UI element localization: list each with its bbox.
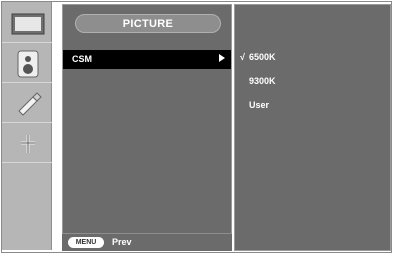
page-title: PICTURE xyxy=(75,14,221,33)
menu-item-csm[interactable]: CSM xyxy=(63,50,231,69)
option-user[interactable]: User xyxy=(249,100,269,110)
sidebar-divider xyxy=(2,82,52,83)
main-menu-panel: PICTURE CSM xyxy=(62,4,232,251)
prev-label: Prev xyxy=(112,237,132,247)
menu-item-label: CSM xyxy=(72,54,92,64)
audio-speaker-icon[interactable] xyxy=(8,46,48,82)
osd-sidebar xyxy=(2,2,52,250)
menu-button-badge[interactable]: MENU xyxy=(68,237,104,248)
chevron-right-icon xyxy=(219,54,225,62)
option-6500k[interactable]: 6500K xyxy=(249,52,276,62)
sidebar-divider xyxy=(2,122,52,123)
picture-icon[interactable] xyxy=(8,6,48,42)
sidebar-divider xyxy=(2,42,52,43)
submenu-panel: √ 6500K 9300K User xyxy=(234,4,391,251)
sidebar-divider xyxy=(2,162,52,163)
tracking-tool-icon[interactable] xyxy=(8,86,48,122)
setup-icon[interactable] xyxy=(8,126,48,162)
checkmark-icon: √ xyxy=(240,52,245,62)
osd-footer: MENU Prev xyxy=(62,233,232,251)
option-9300k[interactable]: 9300K xyxy=(249,76,276,86)
